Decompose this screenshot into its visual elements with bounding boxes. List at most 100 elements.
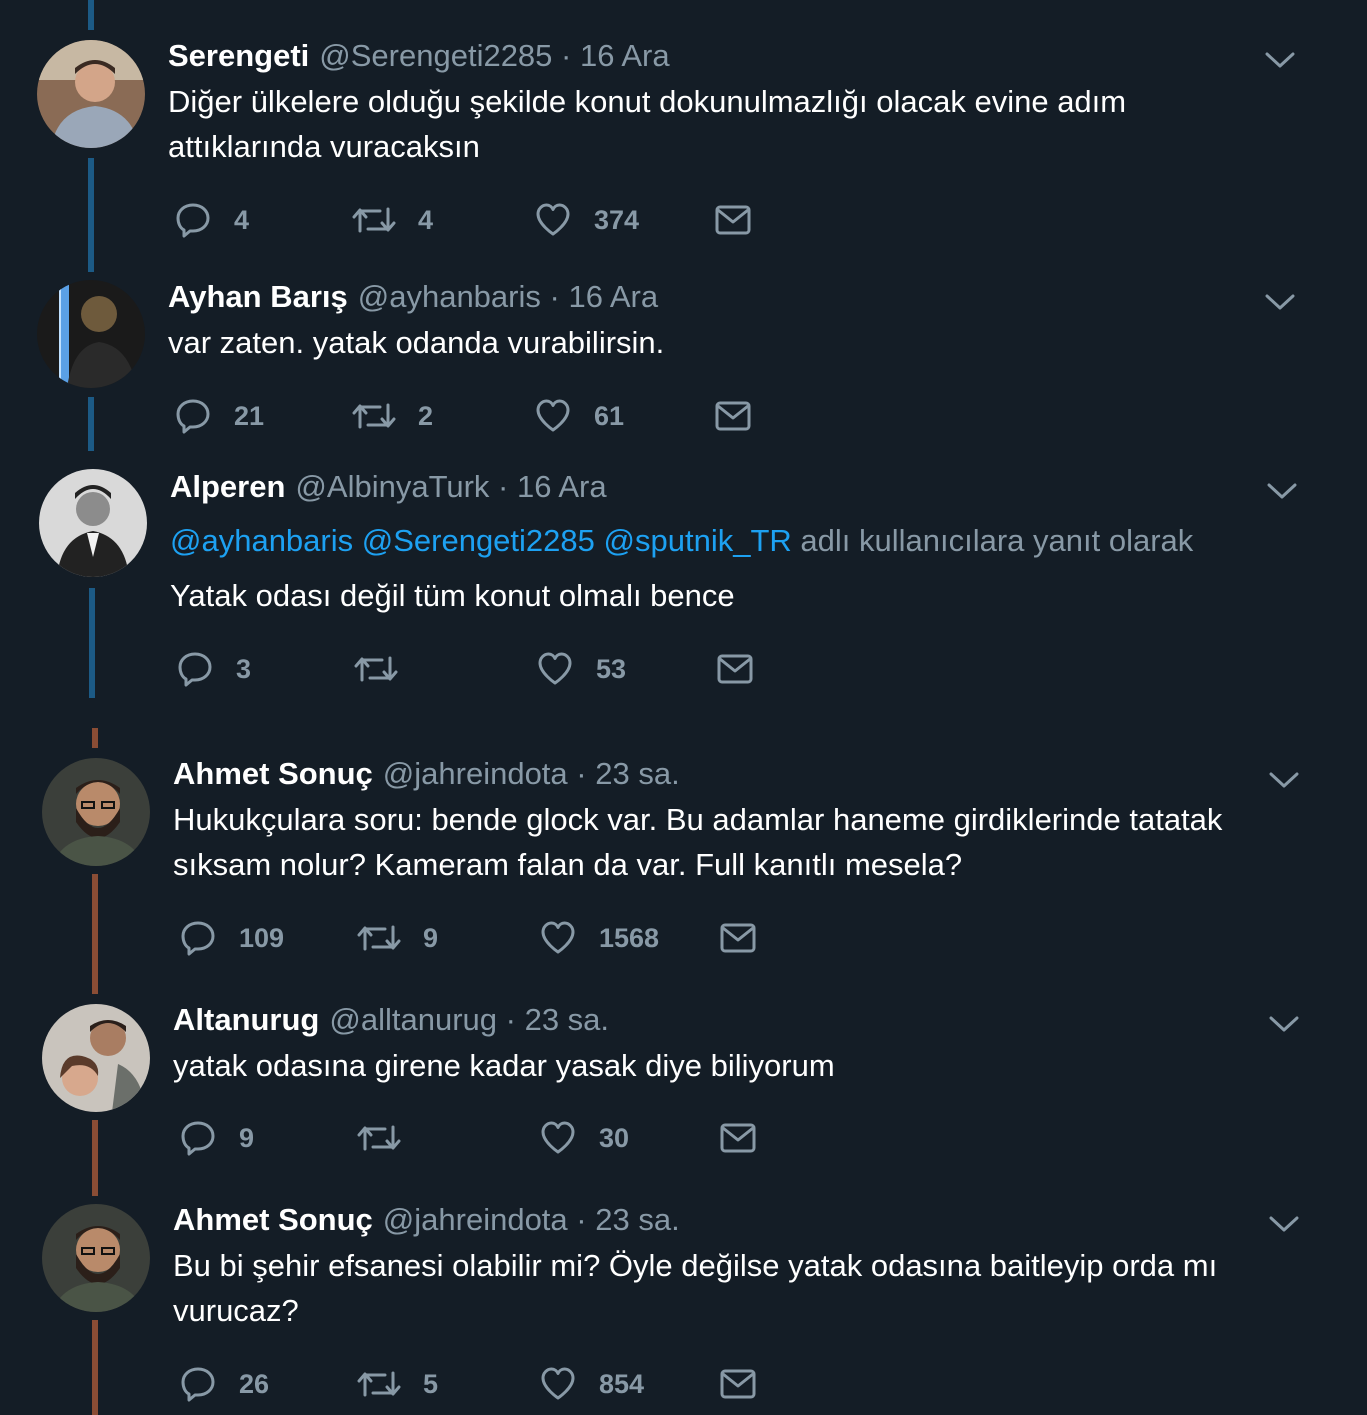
avatar[interactable] bbox=[37, 280, 145, 388]
user-handle[interactable]: @ayhanbaris bbox=[358, 279, 541, 314]
chevron-down-icon[interactable] bbox=[1268, 1014, 1300, 1034]
envelope-icon bbox=[715, 401, 751, 431]
reply-icon bbox=[176, 399, 210, 434]
avatar[interactable] bbox=[42, 1004, 150, 1112]
retweet-icon bbox=[357, 925, 401, 951]
user-name[interactable]: Serengeti bbox=[168, 38, 309, 73]
like-button[interactable]: 854 bbox=[539, 1364, 644, 1404]
dm-button[interactable] bbox=[719, 918, 757, 958]
retweet-icon bbox=[357, 1125, 401, 1151]
retweet-button[interactable]: 5 bbox=[357, 1364, 438, 1404]
user-name[interactable]: Ayhan Barış bbox=[168, 279, 348, 314]
chevron-down-icon[interactable] bbox=[1264, 50, 1296, 70]
retweet-button[interactable]: 9 bbox=[357, 918, 438, 958]
reply-button[interactable]: 26 bbox=[179, 1364, 269, 1404]
timestamp[interactable]: 23 sa. bbox=[595, 756, 679, 791]
user-handle[interactable]: @Serengeti2285 bbox=[319, 38, 552, 73]
user-name[interactable]: Alperen bbox=[170, 469, 285, 504]
like-button[interactable]: 374 bbox=[534, 200, 639, 240]
tweet[interactable]: Alperen @AlbinyaTurk · 16 Ara @ayhanbaris… bbox=[0, 455, 1367, 725]
avatar[interactable] bbox=[39, 469, 147, 577]
user-handle[interactable]: @jahreindota bbox=[383, 1202, 568, 1237]
tweet-actions: 26 5 854 bbox=[179, 1364, 779, 1404]
timestamp[interactable]: 23 sa. bbox=[595, 1202, 679, 1237]
reply-button[interactable]: 4 bbox=[174, 200, 249, 240]
user-handle[interactable]: @AlbinyaTurk bbox=[295, 469, 489, 504]
user-name[interactable]: Ahmet Sonuç bbox=[173, 1202, 373, 1237]
chevron-down-icon[interactable] bbox=[1268, 1214, 1300, 1234]
tweet-text: Hukukçulara soru: bende glock var. Bu ad… bbox=[173, 802, 1223, 882]
reply-button[interactable]: 109 bbox=[179, 918, 284, 958]
tweet-text: var zaten. yatak odanda vurabilirsin. bbox=[168, 325, 665, 360]
heart-icon bbox=[541, 1367, 575, 1400]
timestamp[interactable]: 16 Ara bbox=[568, 279, 658, 314]
like-button[interactable]: 1568 bbox=[539, 918, 659, 958]
reply-count: 9 bbox=[239, 1122, 255, 1153]
timestamp[interactable]: 16 Ara bbox=[580, 38, 670, 73]
chevron-down-icon[interactable] bbox=[1266, 481, 1298, 501]
timestamp[interactable]: 16 Ara bbox=[517, 469, 607, 504]
retweet-count: 4 bbox=[418, 204, 434, 235]
tweet[interactable]: Serengeti @Serengeti2285 · 16 Ara Diğer ü… bbox=[0, 0, 1367, 270]
user-handle[interactable]: @alltanurug bbox=[329, 1002, 497, 1037]
tweet-actions: 3 53 bbox=[176, 649, 776, 689]
envelope-icon bbox=[720, 923, 756, 953]
envelope-icon bbox=[717, 654, 753, 684]
user-name[interactable]: Altanurug bbox=[173, 1002, 319, 1037]
chevron-down-icon[interactable] bbox=[1268, 770, 1300, 790]
avatar[interactable] bbox=[37, 40, 145, 148]
tweet-header: Ayhan Barış @ayhanbaris · 16 Ara bbox=[168, 277, 658, 317]
reply-button[interactable]: 3 bbox=[176, 649, 251, 689]
heart-icon bbox=[536, 399, 570, 432]
retweet-count: 2 bbox=[418, 400, 434, 431]
reply-icon bbox=[181, 1121, 215, 1156]
dm-button[interactable] bbox=[714, 200, 752, 240]
mention-link[interactable]: @Serengeti2285 bbox=[362, 523, 595, 558]
dm-button[interactable] bbox=[714, 396, 752, 436]
tweet[interactable]: Ahmet Sonuç @jahreindota · 23 sa. Hukukçu… bbox=[0, 750, 1367, 990]
reply-button[interactable]: 9 bbox=[179, 1118, 254, 1158]
separator: · bbox=[498, 469, 509, 504]
dm-button[interactable] bbox=[719, 1118, 757, 1158]
reply-icon bbox=[176, 203, 210, 238]
like-count: 30 bbox=[599, 1122, 630, 1153]
tweet-actions: 21 2 61 bbox=[174, 396, 774, 436]
retweet-count: 9 bbox=[423, 922, 439, 953]
like-button[interactable]: 30 bbox=[539, 1118, 629, 1158]
retweet-count: 5 bbox=[423, 1368, 439, 1399]
tweet[interactable]: Ahmet Sonuç @jahreindota · 23 sa. Bu bi ş… bbox=[0, 1196, 1367, 1415]
user-name[interactable]: Ahmet Sonuç bbox=[173, 756, 373, 791]
tweet[interactable]: Ayhan Barış @ayhanbaris · 16 Ara var zate… bbox=[0, 272, 1367, 452]
tweet-header: Ahmet Sonuç @jahreindota · 23 sa. bbox=[173, 754, 680, 794]
reply-context: @ayhanbaris @Serengeti2285 @sputnik_TR a… bbox=[170, 521, 1193, 561]
user-handle[interactable]: @jahreindota bbox=[383, 756, 568, 791]
retweet-icon bbox=[352, 207, 396, 233]
retweet-button[interactable] bbox=[354, 649, 420, 689]
avatar[interactable] bbox=[42, 758, 150, 866]
envelope-icon bbox=[720, 1369, 756, 1399]
like-button[interactable]: 61 bbox=[534, 396, 624, 436]
timestamp[interactable]: 23 sa. bbox=[525, 1002, 609, 1037]
tweet-actions: 9 30 bbox=[179, 1118, 779, 1158]
separator: · bbox=[505, 1002, 516, 1037]
reply-button[interactable]: 21 bbox=[174, 396, 264, 436]
chevron-down-icon[interactable] bbox=[1264, 292, 1296, 312]
avatar[interactable] bbox=[42, 1204, 150, 1312]
mention-link[interactable]: @sputnik_TR bbox=[604, 523, 792, 558]
heart-icon bbox=[541, 1121, 575, 1154]
retweet-icon bbox=[357, 1371, 401, 1397]
mention-link[interactable]: @ayhanbaris bbox=[170, 523, 353, 558]
like-button[interactable]: 53 bbox=[536, 649, 626, 689]
retweet-button[interactable] bbox=[357, 1118, 423, 1158]
dm-button[interactable] bbox=[719, 1364, 757, 1404]
tweet[interactable]: Altanurug @alltanurug · 23 sa. yatak odas… bbox=[0, 996, 1367, 1196]
dm-button[interactable] bbox=[716, 649, 754, 689]
tweet-header: Ahmet Sonuç @jahreindota · 23 sa. bbox=[173, 1200, 680, 1240]
reply-icon bbox=[181, 921, 215, 956]
retweet-button[interactable]: 4 bbox=[352, 200, 433, 240]
envelope-icon bbox=[720, 1123, 756, 1153]
reply-context-label: adlı kullanıcılara yanıt olarak bbox=[800, 523, 1194, 558]
retweet-button[interactable]: 2 bbox=[352, 396, 433, 436]
retweet-icon bbox=[354, 656, 398, 682]
heart-icon bbox=[541, 921, 575, 954]
